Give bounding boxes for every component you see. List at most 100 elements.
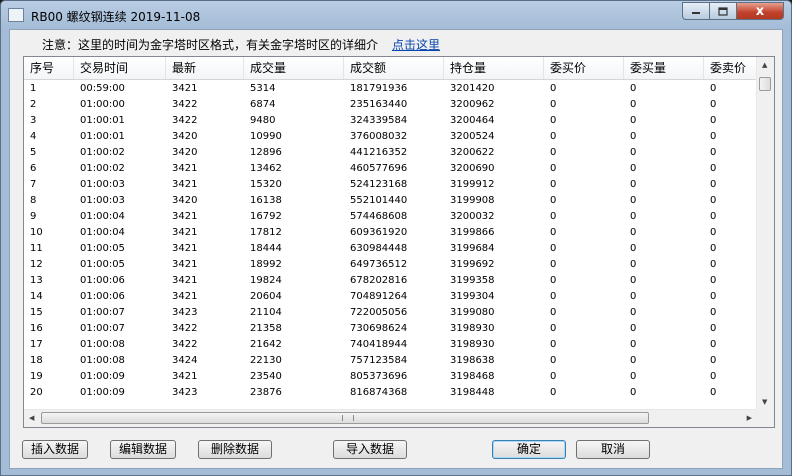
table-cell: 18 (30, 355, 43, 366)
table-cell: 8 (30, 195, 37, 206)
table-cell: 19824 (250, 275, 282, 286)
edit-data-button[interactable]: 编辑数据 (110, 440, 176, 459)
table-row[interactable]: 12 01:00:05 3421 18992 649736512 3199692 0 0 0 (24, 257, 758, 273)
table-cell: 3200032 (450, 211, 495, 222)
table-cell: 460577696 (350, 163, 408, 174)
table-cell: 757123584 (350, 355, 408, 366)
table-cell: 01:00:09 (80, 387, 125, 398)
table-row[interactable]: 5 01:00:02 3420 12896 441216352 3200622 0 0 0 (24, 145, 758, 161)
column-header[interactable]: 交易时间 (74, 57, 166, 79)
table-cell: 0 (710, 243, 717, 254)
column-header[interactable]: 持仓量 (444, 57, 544, 79)
table-cell: 01:00:01 (80, 115, 125, 126)
maximize-button[interactable] (709, 2, 737, 20)
table-row[interactable]: 14 01:00:06 3421 20604 704891264 3199304 0 0 0 (24, 289, 758, 305)
table-row[interactable]: 7 01:00:03 3421 15320 524123168 3199912 0 0 0 (24, 177, 758, 193)
dialog-window: RB00 螺纹钢连续 2019-11-08 x 注意：这里的时间为金字塔时区格式… (0, 0, 792, 476)
table-cell: 0 (710, 195, 717, 206)
table-cell: 0 (550, 291, 557, 302)
details-link[interactable]: 点击这里 (392, 36, 440, 53)
table-row[interactable]: 4 01:00:01 3420 10990 376008032 3200524 0 0 0 (24, 129, 758, 145)
column-header[interactable]: 成交量 (244, 57, 344, 79)
minimize-button[interactable] (682, 2, 710, 20)
table-cell: 12896 (250, 147, 282, 158)
scroll-down-arrow-icon[interactable]: ▼ (762, 399, 767, 406)
table-row[interactable]: 10 01:00:04 3421 17812 609361920 3199866 0 0 0 (24, 225, 758, 241)
table-cell: 01:00:05 (80, 243, 125, 254)
table-row[interactable]: 6 01:00:02 3421 13462 460577696 3200690 0 0 0 (24, 161, 758, 177)
table-cell: 0 (550, 99, 557, 110)
table-cell: 3199912 (450, 179, 495, 190)
table-cell: 01:00:02 (80, 147, 125, 158)
table-row[interactable]: 1 00:59:00 3421 5314 181791936 3201420 0 0 0 (24, 81, 758, 97)
table-cell: 6874 (250, 99, 276, 110)
column-header[interactable]: 委卖价 (704, 57, 758, 79)
horizontal-scroll-thumb[interactable] (41, 412, 649, 424)
table-cell: 0 (550, 211, 557, 222)
table-cell: 3420 (172, 147, 198, 158)
table-row[interactable]: 9 01:00:04 3421 16792 574468608 3200032 0 0 0 (24, 209, 758, 225)
scroll-up-arrow-icon[interactable]: ▲ (762, 62, 767, 69)
table-cell: 0 (630, 179, 637, 190)
insert-data-button[interactable]: 插入数据 (22, 440, 88, 459)
table-cell: 01:00:01 (80, 131, 125, 142)
table-cell: 6 (30, 163, 37, 174)
table-cell: 181791936 (350, 83, 408, 94)
table-cell: 01:00:07 (80, 307, 125, 318)
import-data-button[interactable]: 导入数据 (333, 440, 407, 459)
table-row[interactable]: 15 01:00:07 3423 21104 722005056 3199080 0 0 0 (24, 305, 758, 321)
table-cell: 01:00:06 (80, 291, 125, 302)
table-cell: 3199908 (450, 195, 495, 206)
scroll-right-arrow-icon[interactable]: ▶ (747, 415, 752, 422)
column-header[interactable]: 序号 (24, 57, 74, 79)
table-row[interactable]: 11 01:00:05 3421 18444 630984448 3199684 0 0 0 (24, 241, 758, 257)
column-header[interactable]: 成交额 (344, 57, 444, 79)
table-cell: 15320 (250, 179, 282, 190)
scroll-grip (342, 415, 354, 421)
table-cell: 0 (550, 163, 557, 174)
table-cell: 16 (30, 323, 43, 334)
column-header[interactable]: 最新 (166, 57, 244, 79)
table-cell: 678202816 (350, 275, 408, 286)
table-cell: 19 (30, 371, 43, 382)
table-cell: 12 (30, 259, 43, 270)
cancel-button[interactable]: 取消 (576, 440, 650, 459)
delete-data-button[interactable]: 删除数据 (198, 440, 272, 459)
table-cell: 01:00:09 (80, 371, 125, 382)
table-row[interactable]: 8 01:00:03 3420 16138 552101440 3199908 0 0 0 (24, 193, 758, 209)
ok-button[interactable]: 确定 (492, 440, 566, 459)
table-cell: 4 (30, 131, 37, 142)
table-cell: 21642 (250, 339, 282, 350)
table-cell: 21358 (250, 323, 282, 334)
table-cell: 20604 (250, 291, 282, 302)
table-cell: 0 (710, 259, 717, 270)
table-cell: 3198930 (450, 339, 495, 350)
column-header[interactable]: 委买量 (624, 57, 704, 79)
table-cell: 0 (630, 131, 637, 142)
table-row[interactable]: 16 01:00:07 3422 21358 730698624 3198930 0 0 0 (24, 321, 758, 337)
table-row[interactable]: 2 01:00:00 3422 6874 235163440 3200962 0 0 0 (24, 97, 758, 113)
table-cell: 0 (550, 115, 557, 126)
table-cell: 3421 (172, 371, 198, 382)
scroll-left-arrow-icon[interactable]: ◀ (29, 415, 34, 422)
column-header[interactable]: 委买价 (544, 57, 624, 79)
table-cell: 3421 (172, 243, 198, 254)
table-row[interactable]: 19 01:00:09 3421 23540 805373696 3198468 0 0 0 (24, 369, 758, 385)
table-row[interactable]: 17 01:00:08 3422 21642 740418944 3198930 0 0 0 (24, 337, 758, 353)
table-cell: 0 (630, 83, 637, 94)
close-button[interactable]: x (736, 2, 784, 20)
table-cell: 3421 (172, 211, 198, 222)
table-row[interactable]: 20 01:00:09 3423 23876 816874368 3198448 0 0 0 (24, 385, 758, 401)
vertical-scrollbar[interactable]: ▲ ▼ (756, 57, 774, 410)
table-cell: 0 (630, 115, 637, 126)
title-bar[interactable]: RB00 螺纹钢连续 2019-11-08 x (1, 1, 791, 29)
timezone-notice: 注意：这里的时间为金字塔时区格式，有关金字塔时区的详细介 (42, 38, 379, 52)
tick-data-table[interactable]: 序号 交易时间 最新 成交量 成交额 持仓量 委买价 委买量 委卖价 1 00:59:00 3421… (23, 56, 775, 428)
table-row[interactable]: 13 01:00:06 3421 19824 678202816 3199358 0 0 0 (24, 273, 758, 289)
vertical-scroll-thumb[interactable] (759, 77, 771, 91)
table-cell: 0 (710, 179, 717, 190)
table-row[interactable]: 3 01:00:01 3422 9480 324339584 3200464 0 0 0 (24, 113, 758, 129)
table-cell: 3198468 (450, 371, 495, 382)
table-row[interactable]: 18 01:00:08 3424 22130 757123584 3198638 0 0 0 (24, 353, 758, 369)
horizontal-scrollbar[interactable]: ◀ ▶ (24, 409, 757, 427)
